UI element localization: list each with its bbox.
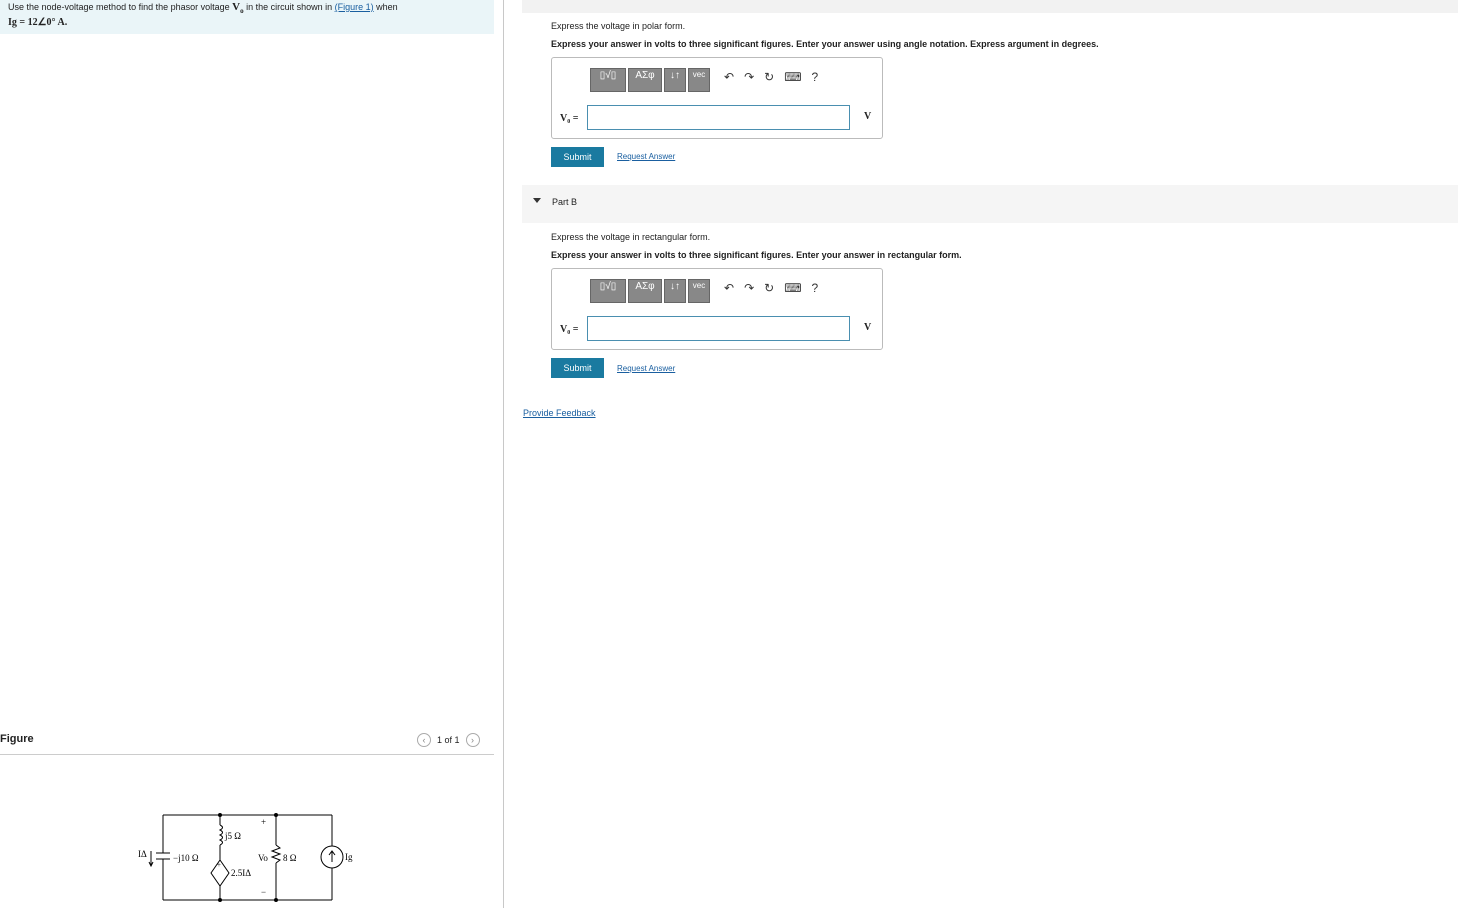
label-inductor: j5 Ω [224,831,241,841]
parta-var-label: V₀ = [560,113,579,124]
parta-answer-box: ▯√▯ ΑΣφ ↓↑ vec ↶ ↷ ↻ ⌨ ? V₀ = V [551,57,883,139]
reset-icon[interactable]: ↻ [764,70,774,84]
vector-button[interactable]: vec [688,68,710,92]
prev-figure-button[interactable]: ‹ [417,733,431,747]
vector-icon: vec [692,281,706,290]
label-resistor: 8 Ω [283,853,297,863]
problem-text-prefix: Use the node-voltage method to find the … [8,2,233,12]
partb-unit: V [864,322,872,333]
help-icon[interactable]: ? [812,281,819,295]
help-icon[interactable]: ? [812,70,819,84]
parta-instruction-detail: Express your answer in volts to three si… [551,39,1099,49]
keyboard-icon[interactable]: ⌨ [784,281,801,295]
figure-link[interactable]: (Figure 1) [335,2,374,12]
problem-text-mid: in the circuit shown in [243,2,335,12]
templates-button[interactable]: ▯√▯ [590,68,626,92]
parta-unit: V [864,111,872,122]
pager-text: 1 of 1 [437,735,460,745]
templates-icon: ▯√▯ [599,281,617,292]
greek-button[interactable]: ΑΣφ [628,279,662,303]
figure-title: Figure [0,733,34,745]
next-figure-button[interactable]: › [465,733,480,747]
top-bar [522,0,1458,13]
templates-button[interactable]: ▯√▯ [590,279,626,303]
collapse-triangle-icon [533,198,541,203]
label-idelta: IΔ [138,849,147,859]
provide-feedback-link[interactable]: Provide Feedback [523,408,596,418]
label-dep-plus: + [217,861,221,869]
label-dependent: 2.5IΔ [231,868,251,878]
resistor-zigzag [270,844,282,864]
partb-submit-button[interactable]: Submit [551,358,604,378]
label-minus: − [261,887,266,897]
partb-request-answer-link[interactable]: Request Answer [617,364,675,373]
problem-text-suffix: when [373,2,398,12]
undo-icon[interactable]: ↶ [724,281,734,295]
redo-icon[interactable]: ↷ [744,281,754,295]
templates-icon: ▯√▯ [599,70,617,81]
problem-statement: Use the node-voltage method to find the … [0,0,494,34]
label-plus: + [261,817,266,827]
greek-icon: ΑΣφ [635,281,655,292]
vector-button[interactable]: vec [688,279,710,303]
subscript-button[interactable]: ↓↑ [664,279,686,303]
partb-action-icons: ↶ ↷ ↻ ⌨ ? [724,281,818,295]
label-vo: Vo [258,853,268,863]
reset-icon[interactable]: ↻ [764,281,774,295]
parta-request-answer-link[interactable]: Request Answer [617,152,675,161]
figure-pager: ‹ 1 of 1 › [417,733,480,747]
figure-divider [0,754,494,755]
parta-answer-input[interactable] [587,105,850,130]
undo-icon[interactable]: ↶ [724,70,734,84]
partb-header[interactable]: Part B [522,185,1458,223]
partb-title: Part B [552,197,578,207]
problem-condition: Ig = 12∠0° A. [8,17,68,29]
subscript-icon: ↓↑ [670,281,680,292]
answer-panel: Express the voltage in polar form. Expre… [504,0,1458,908]
circuit-diagram: IΔ −j10 Ω j5 Ω 2.5IΔ Vo 8 Ω Ig + − + [138,813,353,902]
parta-submit-button[interactable]: Submit [551,147,604,167]
label-ig: Ig [345,852,353,862]
parta-toolbar: ▯√▯ ΑΣφ ↓↑ vec [590,68,710,92]
problem-panel: Use the node-voltage method to find the … [0,0,504,908]
redo-icon[interactable]: ↷ [744,70,754,84]
partb-answer-box: ▯√▯ ΑΣφ ↓↑ vec ↶ ↷ ↻ ⌨ ? V₀ = V [551,268,883,350]
partb-var-label: V₀ = [560,324,579,335]
inductor-coil [218,824,223,846]
keyboard-icon[interactable]: ⌨ [784,70,801,84]
partb-answer-input[interactable] [587,316,850,341]
partb-instruction-detail: Express your answer in volts to three si… [551,250,962,260]
chevron-right-icon: › [471,735,475,745]
parta-action-icons: ↶ ↷ ↻ ⌨ ? [724,70,818,84]
parta-instruction: Express the voltage in polar form. [551,21,686,31]
partb-toolbar: ▯√▯ ΑΣφ ↓↑ vec [590,279,710,303]
chevron-left-icon: ‹ [422,735,426,745]
var-vo: Vo [232,1,244,16]
greek-icon: ΑΣφ [635,70,655,81]
vector-icon: vec [692,70,706,79]
subscript-button[interactable]: ↓↑ [664,68,686,92]
label-capacitor: −j10 Ω [173,853,199,863]
partb-instruction: Express the voltage in rectangular form. [551,232,711,242]
subscript-icon: ↓↑ [670,70,680,81]
greek-button[interactable]: ΑΣφ [628,68,662,92]
